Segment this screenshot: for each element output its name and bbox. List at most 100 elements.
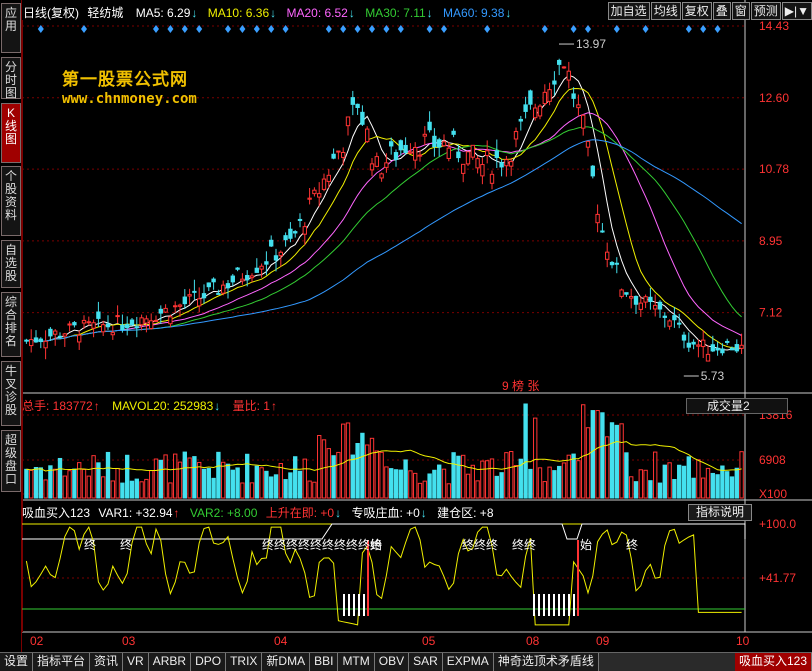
- volume-bar: [321, 439, 327, 499]
- toolbar-button-2[interactable]: 复权: [681, 2, 712, 20]
- indicator-help-button[interactable]: 指标说明: [688, 504, 752, 521]
- candle-body: [168, 316, 173, 325]
- volume-bar: [326, 448, 331, 499]
- candle-body: [293, 231, 298, 234]
- side-tab-7[interactable]: 超级盘口: [1, 430, 21, 492]
- candle-body: [336, 150, 341, 153]
- volume-bar: [441, 468, 447, 499]
- bottom-tab-0[interactable]: 设置: [0, 653, 34, 671]
- volume-header: 总手: 183772↑ MAVOL20: 252983↓ 量比: 1↑: [22, 398, 282, 415]
- volume-bar: [67, 470, 72, 499]
- volume-bar: [547, 466, 552, 499]
- volume-bar: [230, 469, 235, 499]
- side-tab-2[interactable]: K线图: [1, 103, 21, 163]
- bottom-tab-12[interactable]: EXPMA: [442, 653, 494, 671]
- chart-area[interactable]: 14.43 12.60 10.78 8.95 7.12 13.97 5.73 9 榜 张 138…: [22, 0, 812, 652]
- volume-axis-label: 6908: [759, 453, 786, 467]
- volume-bar: [446, 483, 451, 499]
- volume-bar: [605, 436, 610, 499]
- volume-bar: [437, 464, 442, 499]
- candle-body: [115, 315, 120, 318]
- volume-bar: [153, 458, 159, 499]
- candle-body: [494, 150, 499, 158]
- candle-body: [235, 267, 240, 270]
- side-tab-6[interactable]: 牛叉诊股: [1, 361, 21, 426]
- bottom-tab-8[interactable]: BBI: [310, 653, 339, 671]
- price-axis-label: 10.78: [759, 162, 789, 176]
- candle-body: [230, 275, 235, 283]
- signal-diamond: [585, 25, 591, 33]
- candle-body: [163, 307, 168, 313]
- ind-step-line: [22, 523, 746, 540]
- signal-diamond: [354, 25, 361, 33]
- side-tab-char: 图: [4, 86, 17, 100]
- candle-body: [624, 292, 629, 295]
- toolbar-button-5[interactable]: 预测: [750, 2, 781, 20]
- candle-body: [355, 103, 360, 109]
- volume-bar: [129, 480, 135, 499]
- candle-body: [384, 162, 389, 168]
- signal-diamond: [369, 25, 375, 33]
- candle-body: [216, 292, 221, 295]
- volume-bar: [317, 434, 322, 499]
- volume-bar: [590, 410, 595, 499]
- toolbar-button-3[interactable]: 叠: [712, 2, 731, 20]
- candle-body: [648, 296, 653, 303]
- bottom-tab-9[interactable]: MTM: [338, 653, 375, 671]
- toolbar-button-4[interactable]: 窗: [731, 2, 750, 20]
- ma10-value: MA10: 6.36: [207, 6, 270, 20]
- watermark-url: www.chnmoney.com: [62, 91, 197, 107]
- bottom-tab-6[interactable]: TRIX: [226, 653, 263, 671]
- volume-bar: [269, 476, 274, 499]
- candle-body: [681, 334, 687, 341]
- volume-bar: [422, 480, 427, 499]
- candle-body: [701, 339, 706, 348]
- bottom-tab-7[interactable]: 新DMA: [262, 653, 311, 671]
- volume-ratio: 量比: 1: [232, 399, 270, 413]
- candle-body: [518, 118, 523, 122]
- bottom-tab-11[interactable]: SAR: [409, 653, 443, 671]
- volume-bar: [187, 457, 192, 499]
- bottom-tab-3[interactable]: VR: [123, 653, 149, 671]
- bottom-tab-2[interactable]: 资讯: [90, 653, 124, 671]
- volume-bar: [489, 458, 495, 499]
- ma-line: [26, 126, 742, 342]
- candle-body: [605, 251, 610, 260]
- bottom-tab-5[interactable]: DPO: [191, 653, 227, 671]
- side-tab-4[interactable]: 自选股: [1, 240, 21, 288]
- candle-body: [393, 152, 399, 160]
- volume-bar: [43, 479, 48, 499]
- side-tab-5[interactable]: 综合排名: [1, 292, 21, 357]
- volume-bar: [360, 432, 365, 499]
- volume-bar: [585, 427, 591, 499]
- volume-bar: [552, 470, 557, 499]
- volume-indicator-select[interactable]: 成交量2: [686, 398, 788, 414]
- volume-bar: [115, 467, 120, 499]
- toolbar-button-0[interactable]: 加自选: [607, 2, 650, 20]
- candle-body: [691, 341, 696, 345]
- high-annotation: 13.97: [576, 37, 606, 51]
- candle-body: [273, 255, 279, 261]
- volume-bar: [197, 461, 202, 499]
- date-axis-label: 08: [526, 634, 540, 648]
- signal-diamond: [700, 25, 707, 33]
- candle-body: [278, 251, 283, 257]
- volume-bar: [264, 470, 269, 499]
- side-tab-0[interactable]: 应用: [1, 3, 21, 53]
- volume-bar: [581, 404, 586, 499]
- candle-body: [633, 295, 639, 305]
- volume-bar: [168, 482, 173, 499]
- bottom-tab-10[interactable]: OBV: [374, 653, 410, 671]
- candle-body: [206, 282, 211, 288]
- volume-bar: [29, 469, 34, 499]
- bottom-tab-4[interactable]: ARBR: [148, 653, 192, 671]
- side-tab-1[interactable]: 分时图: [1, 57, 21, 100]
- toolbar-button-1[interactable]: 均线: [650, 2, 681, 20]
- bottom-tab-1[interactable]: 指标平台: [33, 653, 91, 671]
- bottom-tab-14[interactable]: 吸血买入123: [734, 653, 812, 671]
- volume-bar: [470, 464, 475, 499]
- side-tab-3[interactable]: 个股资料: [1, 166, 21, 236]
- volume-bar: [523, 403, 528, 499]
- toolbar-button-6[interactable]: ▶|▼: [781, 2, 812, 20]
- bottom-tab-13[interactable]: 神奇选顶术矛盾线: [493, 653, 599, 671]
